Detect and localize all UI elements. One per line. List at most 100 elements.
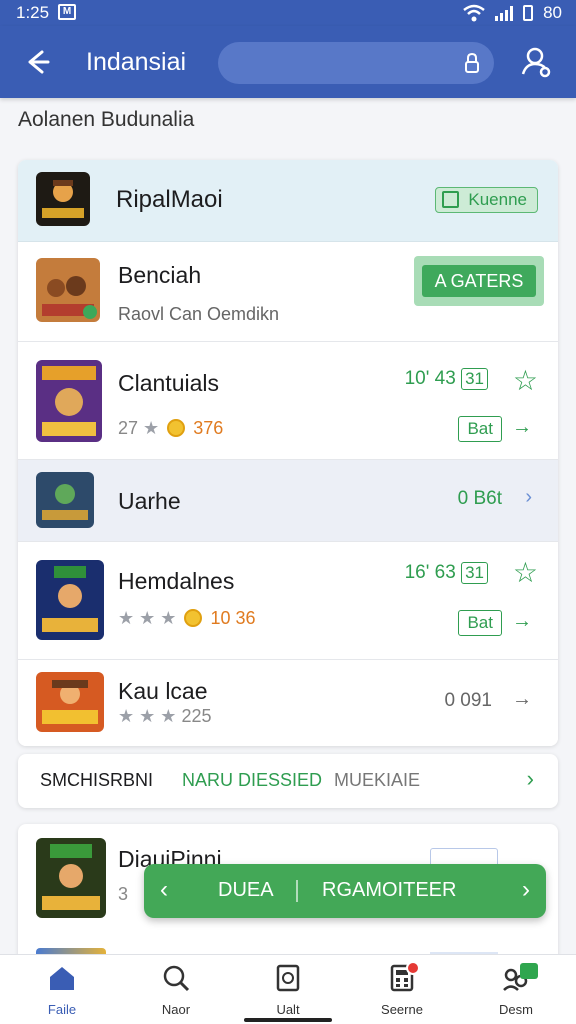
price-badge: 31 — [461, 368, 488, 390]
game-art-icon — [36, 560, 104, 640]
game-art-icon — [36, 838, 106, 918]
game-price: 10' 43 31 — [405, 368, 488, 390]
game-art-icon — [36, 472, 94, 528]
game-thumbnail — [36, 258, 100, 327]
arrow-right-icon[interactable]: → — [512, 416, 532, 439]
rating: 27 ★ 376 — [118, 418, 223, 439]
filter-links-card: SMCHISRBNI NARU DIESSIED MUEKIAIE › — [18, 754, 558, 808]
favorite-star-icon[interactable]: ☆ — [513, 364, 538, 397]
list-item[interactable]: Kau lcae ★ ★ ★ 225 0 091 → — [18, 660, 558, 746]
green-badge — [520, 963, 538, 979]
chevron-left-icon[interactable]: ‹ — [160, 876, 168, 904]
divider — [296, 880, 298, 902]
coin-icon — [184, 609, 203, 627]
app-bar: Indansiai — [0, 26, 576, 98]
game-price: 0 091 — [444, 690, 492, 711]
nav-scores[interactable]: Seerne — [362, 961, 442, 1017]
arrow-right-icon[interactable]: → — [512, 610, 532, 633]
chevron-right-icon[interactable]: › — [522, 876, 530, 904]
game-subtitle: Raovl Can Oemdikn — [118, 304, 280, 324]
link-first[interactable]: SMCHISRBNI — [40, 770, 153, 791]
star-icon: ★ — [143, 418, 160, 438]
nav-label: Naor — [161, 1002, 191, 1017]
link-third[interactable]: MUEKIAIE — [334, 770, 420, 791]
user-settings-icon — [521, 47, 551, 78]
game-name: Kau lcae — [118, 678, 208, 704]
search-icon — [163, 965, 190, 992]
battery-level: 80 — [543, 3, 562, 22]
home-indicator — [244, 1018, 332, 1022]
nav-search[interactable]: Naor — [136, 963, 216, 1017]
status-icons: 80 — [463, 3, 562, 23]
card-header: RipalMaoi Kuenne — [18, 160, 558, 242]
snackbar: ‹ DUEA RGAMOITEER › — [144, 864, 546, 918]
game-art-icon — [36, 360, 102, 442]
page-title: Indansiai — [86, 48, 187, 76]
arrow-left-icon — [28, 50, 50, 74]
coin-icon — [167, 419, 186, 437]
notification-badge — [406, 961, 420, 975]
game-thumbnail — [36, 672, 104, 737]
game-art-icon — [36, 172, 90, 226]
bottom-nav: Faile Naor Ualt Seerne Desm — [0, 954, 576, 1024]
wifi-icon — [463, 4, 485, 22]
star-icon: ★ ★ ★ — [118, 608, 177, 628]
document-icon — [276, 964, 300, 992]
square-icon — [442, 191, 460, 208]
game-thumbnail[interactable] — [36, 172, 90, 231]
rating: ★ ★ ★ 10 36 — [118, 608, 256, 629]
sim-icon: M — [58, 4, 76, 20]
back-button[interactable] — [18, 44, 54, 80]
list-item[interactable]: Uarhe 0 B6t › — [18, 460, 558, 542]
game-art-icon — [36, 258, 100, 322]
bat-button[interactable]: Bat — [458, 610, 502, 636]
bat-label: Bat — [467, 419, 493, 438]
game-art-icon — [36, 672, 104, 732]
status-time: 1:25 — [16, 3, 50, 22]
battery-icon — [523, 5, 534, 21]
signal-icon — [495, 5, 514, 21]
game-thumbnail — [36, 472, 94, 533]
snackbar-right-action[interactable]: RGAMOITEER — [322, 879, 456, 902]
list-item[interactable]: Benciah Raovl Can Oemdikn A GATERS — [18, 242, 558, 342]
list-item[interactable]: Clantuials 27 ★ 376 10' 43 31 ☆ Bat → — [18, 342, 558, 460]
bat-label: Bat — [467, 613, 493, 632]
game-thumbnail — [36, 360, 102, 447]
search-input[interactable] — [218, 42, 494, 84]
snackbar-left-action[interactable]: DUEA — [218, 879, 274, 902]
bat-button[interactable]: Bat — [458, 416, 502, 442]
rating-count: 27 — [118, 418, 139, 438]
favorite-star-icon[interactable]: ☆ — [513, 556, 538, 589]
get-button[interactable]: A GATERS — [414, 256, 544, 306]
games-card: RipalMaoi Kuenne Benciah Raovl Can Oemdi… — [18, 160, 558, 746]
link-second[interactable]: NARU DIESSIED — [182, 770, 322, 791]
account-button[interactable] — [518, 44, 554, 80]
header-action-button[interactable]: Kuenne — [435, 187, 538, 213]
list-item[interactable]: Hemdalnes ★ ★ ★ 10 36 16' 63 31 ☆ Bat → — [18, 542, 558, 660]
nav-label: Desm — [499, 1002, 533, 1017]
status-bar: 1:25 M 80 — [0, 0, 576, 26]
game-name: Hemdalnes — [118, 568, 235, 594]
game-name: Clantuials — [118, 370, 219, 396]
arrow-right-icon[interactable]: → — [512, 688, 532, 711]
chevron-right-icon[interactable]: › — [527, 766, 534, 792]
coin-value: 10 36 — [210, 608, 256, 628]
game-price: 16' 63 31 — [405, 562, 488, 584]
game-name: Uarhe — [118, 488, 181, 514]
card-title: RipalMaoi — [116, 186, 223, 213]
game-subtitle: 3 — [118, 884, 129, 904]
game-name: Benciah — [118, 262, 202, 288]
home-icon — [50, 967, 74, 990]
game-thumbnail — [36, 838, 106, 923]
nav-label: Faile — [47, 1002, 77, 1017]
coin-value: 376 — [193, 418, 224, 438]
star-icon: ★ ★ ★ — [118, 706, 177, 726]
nav-home[interactable]: Faile — [22, 963, 102, 1017]
game-price: 0 B6t — [457, 488, 502, 509]
chevron-right-icon[interactable]: › — [525, 486, 532, 509]
rating-count: 225 — [181, 706, 212, 726]
nav-community[interactable]: Desm — [476, 963, 556, 1017]
game-thumbnail — [36, 560, 104, 645]
section-subtitle: Aolanen Budunalia — [18, 108, 195, 131]
nav-documents[interactable]: Ualt — [248, 963, 328, 1017]
